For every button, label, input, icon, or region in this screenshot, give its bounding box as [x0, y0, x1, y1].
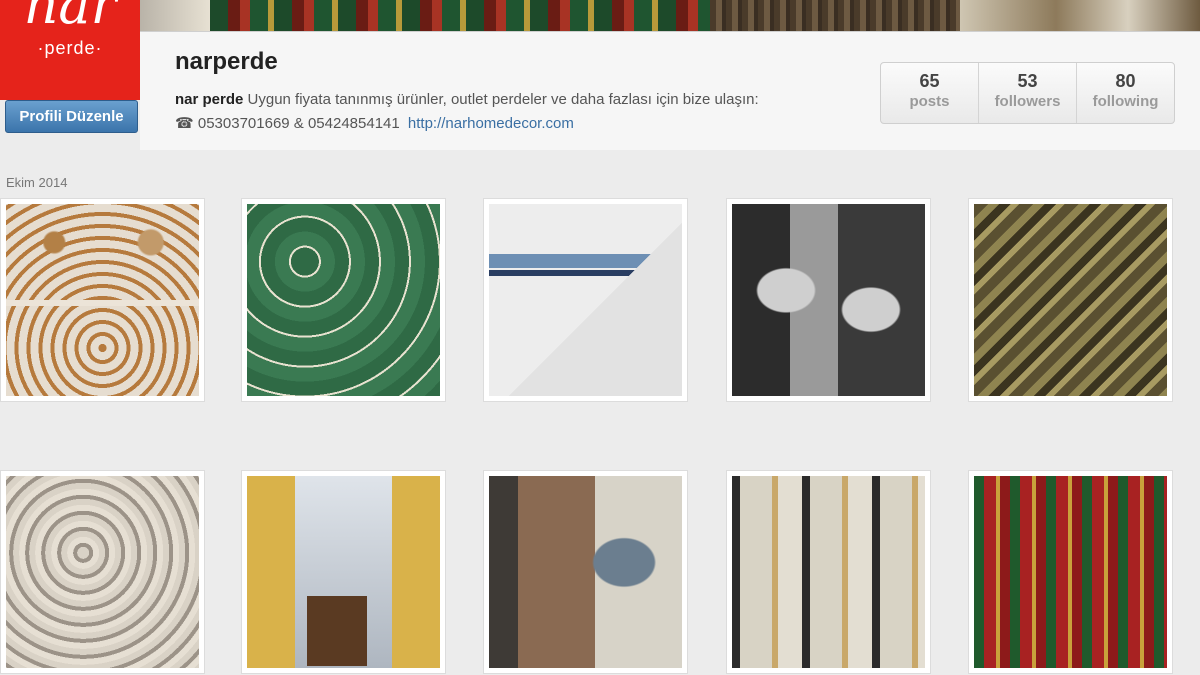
- bio: nar perde Uygun fiyata tanınmış ürünler,…: [175, 91, 759, 108]
- photo-tile[interactable]: [241, 198, 446, 402]
- photo-image: [732, 476, 925, 668]
- photo-tile[interactable]: [0, 470, 205, 674]
- cover-strip: [140, 0, 1200, 32]
- logo-word: nar: [23, 0, 117, 36]
- photo-tile[interactable]: [726, 470, 931, 674]
- avatar[interactable]: nar ·perde·: [0, 0, 140, 100]
- photo-image: [732, 204, 925, 396]
- stat-value: 80: [1115, 71, 1136, 91]
- edit-profile-button[interactable]: Profili Düzenle: [5, 100, 138, 133]
- stat-value: 65: [919, 71, 940, 91]
- stat-posts[interactable]: 65 posts: [881, 63, 979, 123]
- photo-image: [6, 476, 199, 668]
- photo-image: [247, 476, 440, 668]
- photo-tile[interactable]: [483, 198, 688, 402]
- photo-tile[interactable]: [0, 198, 205, 402]
- cover-image-2: [210, 0, 710, 31]
- stats-box: 65 posts 53 followers 80 following: [880, 62, 1175, 124]
- stat-label: posts: [909, 93, 950, 110]
- username: narperde: [175, 48, 278, 75]
- photo-tile[interactable]: [726, 198, 931, 402]
- date-label: Ekim 2014: [6, 175, 68, 190]
- website-link[interactable]: http://narhomedecor.com: [408, 115, 574, 132]
- stat-following[interactable]: 80 following: [1077, 63, 1174, 123]
- photo-image: [974, 476, 1167, 668]
- cover-image-4: [960, 0, 1200, 31]
- phone-icon: ☎: [175, 115, 194, 132]
- stat-label: following: [1092, 93, 1159, 110]
- display-name: nar perde: [175, 91, 244, 108]
- cover-image-3: [710, 0, 960, 31]
- photo-image: [489, 204, 682, 396]
- photo-tile[interactable]: [968, 198, 1173, 402]
- stat-label: followers: [994, 93, 1061, 110]
- photo-tile[interactable]: [241, 470, 446, 674]
- stat-value: 53: [1017, 71, 1038, 91]
- photo-image: [6, 204, 199, 396]
- contact-line: ☎ 05303701669 & 05424854141 http://narho…: [175, 114, 574, 132]
- cover-image-1: [140, 0, 210, 31]
- photo-tile[interactable]: [968, 470, 1173, 674]
- stat-followers[interactable]: 53 followers: [979, 63, 1077, 123]
- bio-text: Uygun fiyata tanınmış ürünler, outlet pe…: [247, 91, 759, 108]
- logo-sub: ·perde·: [37, 38, 103, 58]
- phone-numbers: 05303701669 & 05424854141: [197, 115, 400, 132]
- photo-image: [247, 204, 440, 396]
- photo-image: [489, 476, 682, 668]
- photo-tile[interactable]: [483, 470, 688, 674]
- photo-image: [974, 204, 1167, 396]
